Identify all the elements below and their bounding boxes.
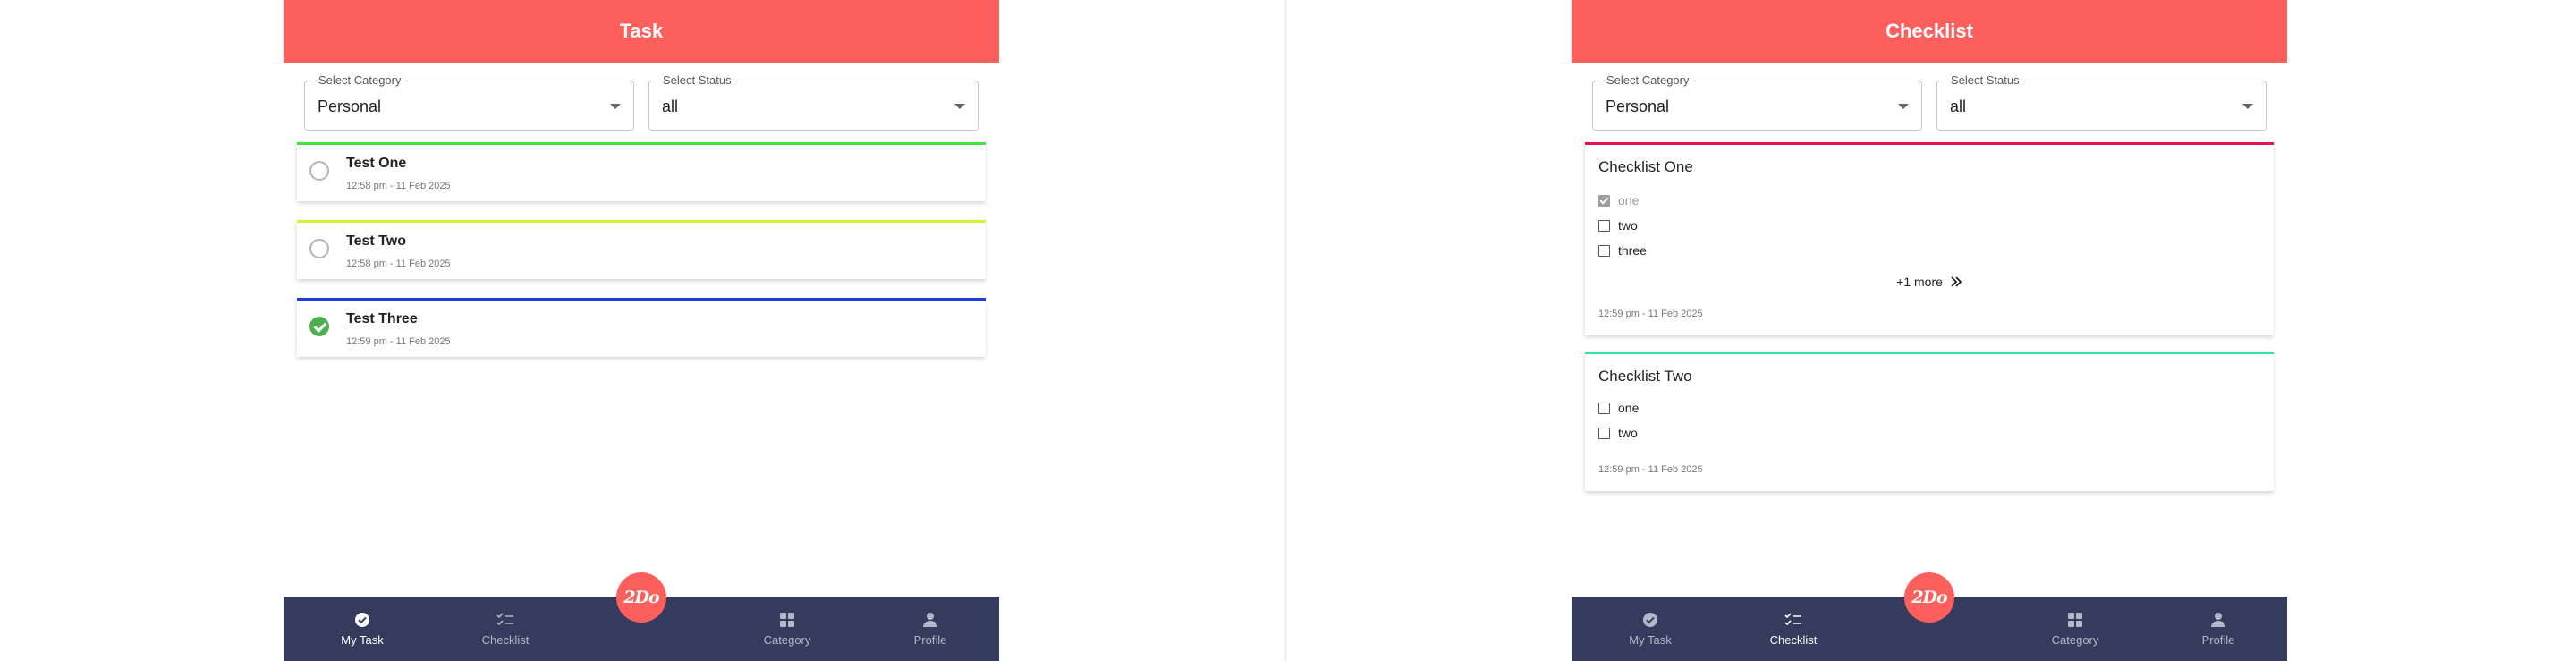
checkbox[interactable] [1598,427,1610,439]
grid-icon [2067,611,2083,629]
check-circle-icon [354,611,370,629]
checklist-time: 12:59 pm - 11 Feb 2025 [1598,464,1703,475]
nav-label: Checklist [1769,633,1818,647]
nav-label: My Task [1629,633,1672,647]
add-fab-button[interactable]: 2Do [1904,572,1954,623]
task-complete-toggle[interactable] [309,161,329,181]
nav-item-checklist[interactable]: Checklist [1753,597,1834,661]
caret-down-icon [1898,104,1909,109]
show-more-label: +1 more [1896,275,1943,289]
checklist-item-label: two [1618,218,1638,233]
checklist-item[interactable]: one [1598,399,1639,417]
nav-label: Category [2051,633,2099,647]
person-icon [923,611,937,629]
nav-item-category[interactable]: Category [2035,597,2115,661]
nav-label: Category [763,633,811,647]
caret-down-icon [2242,104,2253,109]
status-select-label: Select Status [1946,73,2024,87]
checklist-card[interactable]: Checklist One one two three +1 more 12:5… [1585,142,2274,335]
task-screen: Task Select Category Personal Select Sta… [284,0,999,661]
screen-divider [1284,0,1287,661]
task-complete-toggle[interactable] [309,239,329,258]
checklist-item-label: two [1618,426,1638,440]
show-more-link[interactable]: +1 more [1585,275,2274,290]
checklist-item-label: three [1618,243,1647,258]
category-select-label: Select Category [314,73,406,87]
checklist-screen: Checklist Select Category Personal Selec… [1572,0,2287,661]
task-title: Test Three [346,311,418,326]
nav-label: Profile [2201,633,2235,647]
status-select[interactable]: Select Status all [648,73,979,131]
category-select-value: Personal [1606,97,1670,115]
checklist-item[interactable]: three [1598,242,1647,259]
nav-item-profile[interactable]: Profile [890,597,970,661]
nav-item-checklist[interactable]: Checklist [465,597,546,661]
task-time: 12:58 pm - 11 Feb 2025 [346,258,451,269]
checklist-card[interactable]: Checklist Two one two 12:59 pm - 11 Feb … [1585,352,2274,491]
checklist-icon [496,611,514,629]
checkbox[interactable] [1598,402,1610,414]
status-select[interactable]: Select Status all [1936,73,2267,131]
checklist-item-label: one [1618,193,1640,208]
checkbox[interactable] [1598,194,1610,207]
status-select-value: all [662,97,679,115]
caret-down-icon [954,104,965,109]
checklist-item[interactable]: two [1598,424,1638,442]
page-title: Checklist [1572,0,2287,63]
task-time: 12:59 pm - 11 Feb 2025 [346,336,451,347]
checkbox[interactable] [1598,244,1610,257]
grid-icon [779,611,795,629]
category-select-value: Personal [318,97,382,115]
task-title: Test Two [346,233,406,249]
checklist-title: Checklist One [1598,158,1693,175]
page-title: Task [284,0,999,63]
nav-item-my-task[interactable]: My Task [1610,597,1690,661]
checklist-item[interactable]: two [1598,216,1638,234]
task-card[interactable]: Test One 12:58 pm - 11 Feb 2025 [297,142,986,201]
add-fab-button[interactable]: 2Do [616,572,666,623]
checklist-time: 12:59 pm - 11 Feb 2025 [1598,309,1703,319]
check-circle-icon [1642,611,1658,629]
checklist-item-label: one [1618,401,1640,415]
nav-item-profile[interactable]: Profile [2178,597,2258,661]
task-title: Test One [346,156,407,171]
nav-item-category[interactable]: Category [747,597,827,661]
category-select[interactable]: Select Category Personal [1592,73,1922,131]
double-chevron-right-icon [1950,275,1962,290]
checklist-icon [1784,611,1802,629]
nav-label: My Task [341,633,384,647]
category-select-label: Select Category [1602,73,1694,87]
nav-label: Profile [913,633,947,647]
status-select-value: all [1950,97,1967,115]
status-select-label: Select Status [658,73,736,87]
checkbox[interactable] [1598,219,1610,232]
task-card[interactable]: Test Three 12:59 pm - 11 Feb 2025 [297,298,986,357]
checklist-title: Checklist Two [1598,368,1692,385]
caret-down-icon [610,104,621,109]
task-card[interactable]: Test Two 12:58 pm - 11 Feb 2025 [297,220,986,279]
task-time: 12:58 pm - 11 Feb 2025 [346,181,451,191]
category-select[interactable]: Select Category Personal [304,73,634,131]
nav-item-my-task[interactable]: My Task [322,597,402,661]
nav-label: Checklist [481,633,530,647]
task-complete-toggle[interactable] [309,317,329,336]
checklist-item[interactable]: one [1598,191,1639,209]
person-icon [2211,611,2225,629]
